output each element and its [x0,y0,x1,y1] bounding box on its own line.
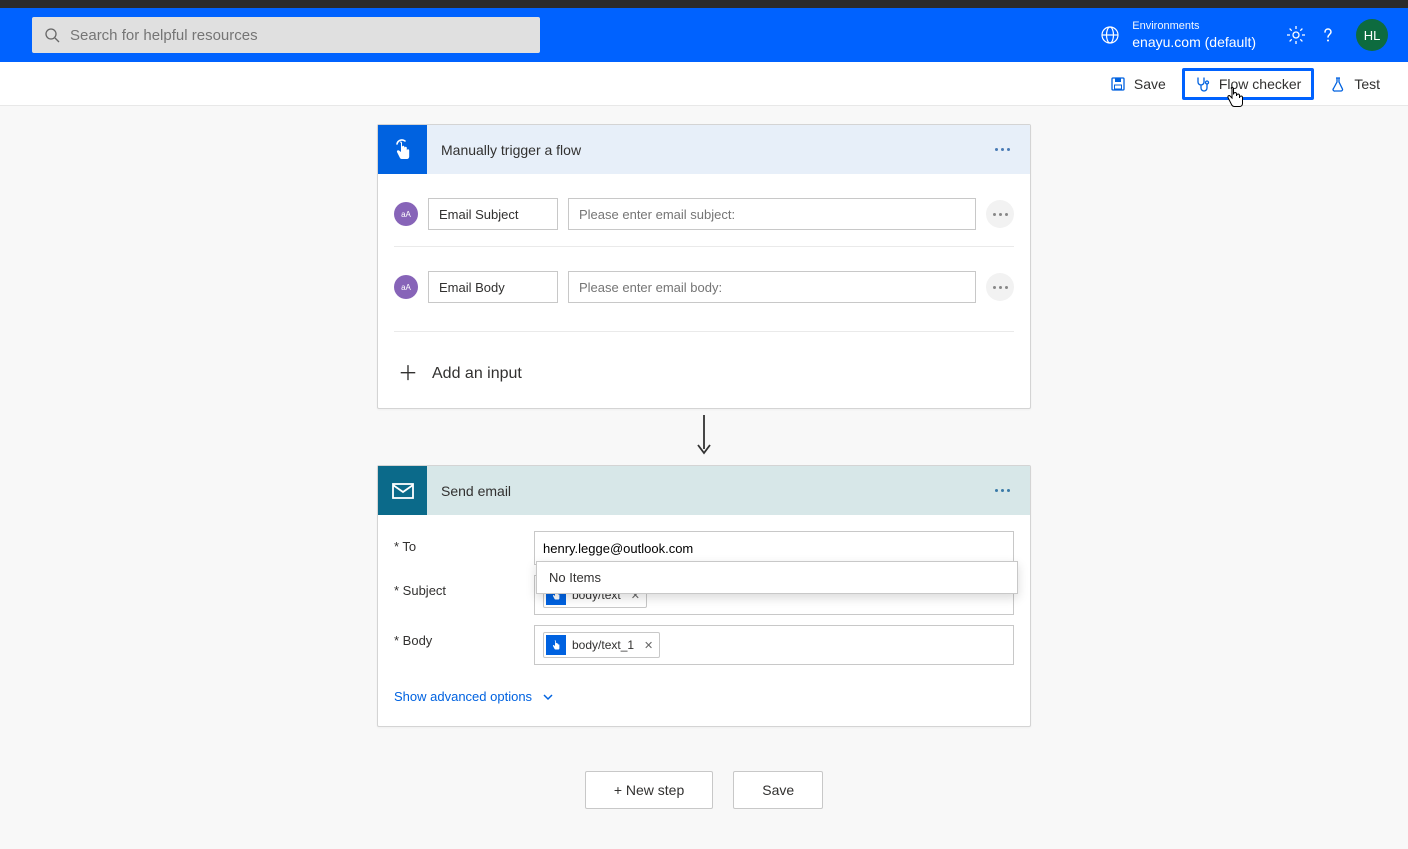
trigger-body: aA Email Subject aA Email Body ＋ Add an … [378,174,1030,408]
connector-arrow-icon [694,413,714,459]
save-button[interactable]: Save [1098,68,1178,100]
environment-text: Environments enayu.com (default) [1132,19,1256,51]
test-button[interactable]: Test [1318,68,1392,100]
trigger-input-row: aA Email Body [394,246,1014,315]
flow-checker-button[interactable]: Flow checker [1182,68,1314,100]
save-icon [1110,76,1126,92]
more-icon [993,213,1008,216]
hand-tap-icon [391,138,415,162]
token-text: body/text_1 [572,638,634,652]
input-name-field[interactable]: Email Subject [428,198,558,230]
new-step-button[interactable]: + New step [585,771,713,809]
action-more-button[interactable] [986,475,1018,507]
add-input-label: Add an input [432,365,522,383]
trigger-header[interactable]: Manually trigger a flow [378,125,1030,174]
trigger-card: Manually trigger a flow aA Email Subject… [377,124,1031,409]
add-input-button[interactable]: ＋ Add an input [394,356,522,390]
flow-checker-label: Flow checker [1219,76,1301,92]
more-icon [995,148,1010,151]
environment-picker[interactable]: Environments enayu.com (default) [1100,19,1256,51]
show-advanced-button[interactable]: Show advanced options [394,685,554,708]
save-flow-button[interactable]: Save [733,771,823,809]
search-box[interactable] [32,17,540,53]
gear-icon [1286,25,1306,45]
app-header: Environments enayu.com (default) HL [0,8,1408,62]
action-body: * To No Items * Subject body/text [378,515,1030,726]
test-label: Test [1354,76,1380,92]
more-icon [993,286,1008,289]
stethoscope-icon [1195,76,1211,92]
trigger-icon-box [378,125,427,174]
input-more-button[interactable] [986,200,1014,228]
toolbar: Save Flow checker Test [0,62,1408,106]
input-name-field[interactable]: Email Body [428,271,558,303]
text-type-badge: aA [394,202,418,226]
environment-label: Environments [1132,19,1256,33]
user-avatar[interactable]: HL [1356,19,1388,51]
trigger-title: Manually trigger a flow [441,142,986,158]
token-icon [546,635,566,655]
question-icon [1318,25,1338,45]
text-type-badge: aA [394,275,418,299]
trigger-input-row: aA Email Subject [394,186,1014,242]
body-field[interactable]: body/text_1 ✕ [534,625,1014,665]
settings-button[interactable] [1286,25,1306,45]
action-header[interactable]: Send email [378,466,1030,515]
subject-label: * Subject [394,575,534,598]
dropdown-no-items: No Items [549,570,601,585]
action-icon-box [378,466,427,515]
save-label: Save [1134,76,1166,92]
token-remove[interactable]: ✕ [644,639,653,652]
designer-canvas: Manually trigger a flow aA Email Subject… [0,106,1408,849]
autocomplete-dropdown[interactable]: No Items [536,561,1018,594]
trigger-more-button[interactable] [986,134,1018,166]
action-title: Send email [441,483,986,499]
plus-icon: ＋ [398,364,418,384]
globe-icon [1100,25,1120,45]
more-icon [995,489,1010,492]
chevron-down-icon [542,691,554,703]
flask-icon [1330,76,1346,92]
to-input[interactable] [543,541,1005,556]
action-card: Send email * To No Items * Subject [377,465,1031,727]
to-label: * To [394,531,534,554]
input-prompt-field[interactable] [568,271,976,303]
body-field-row: * Body body/text_1 ✕ [394,625,1014,665]
dynamic-content-token[interactable]: body/text_1 ✕ [543,632,660,658]
body-label: * Body [394,625,534,648]
mail-icon [390,478,416,504]
search-icon [44,27,60,43]
advanced-label: Show advanced options [394,689,532,704]
input-more-button[interactable] [986,273,1014,301]
help-button[interactable] [1318,25,1338,45]
input-prompt-field[interactable] [568,198,976,230]
search-input[interactable] [70,27,528,44]
environment-name: enayu.com (default) [1132,33,1256,51]
browser-chrome-strip [0,0,1408,8]
to-field[interactable] [534,531,1014,565]
bottom-actions: + New step Save [585,771,823,809]
to-field-row: * To [394,531,1014,565]
